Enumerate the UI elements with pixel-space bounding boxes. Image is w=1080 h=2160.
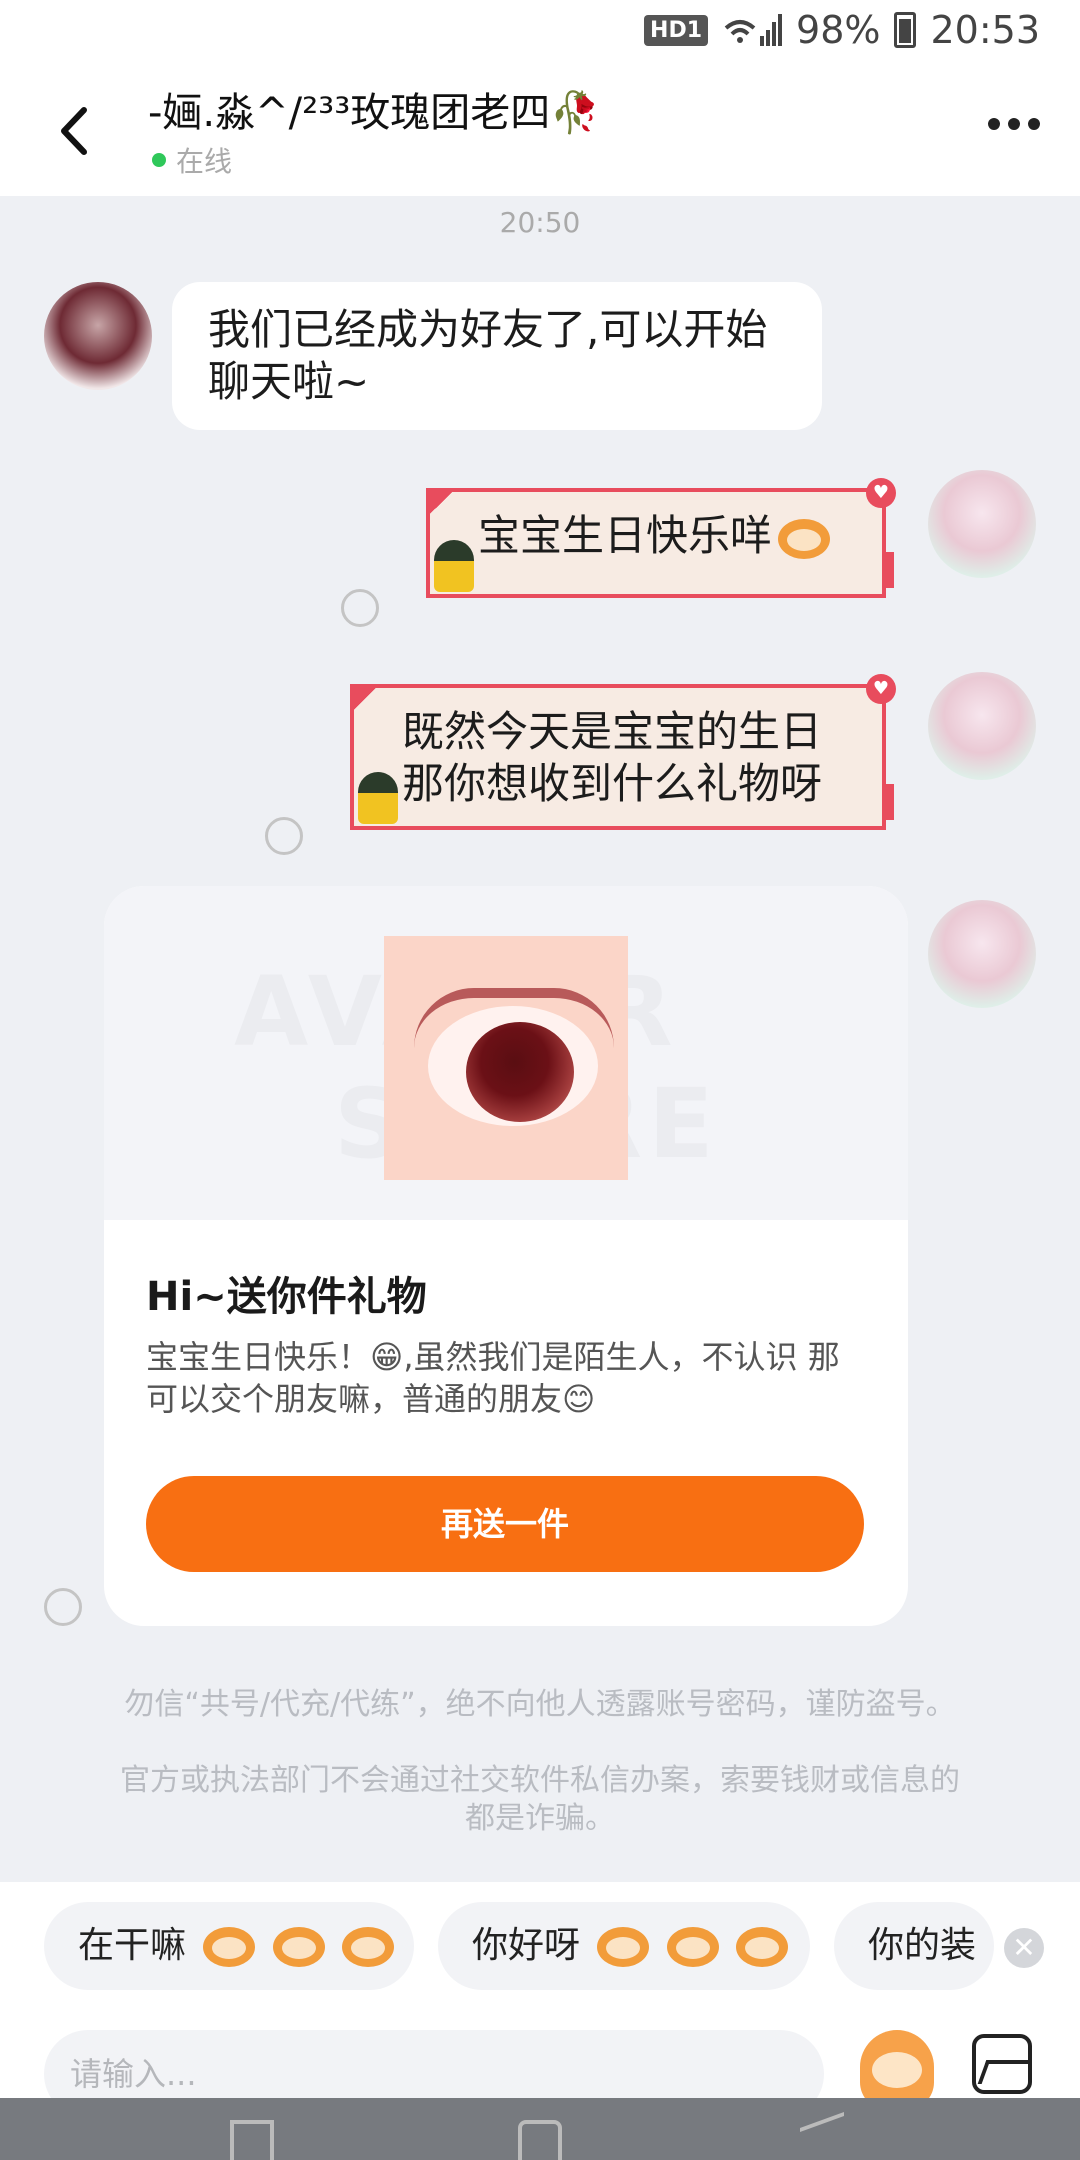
bubble-character-icon xyxy=(358,772,398,824)
my-message-bubble[interactable]: ♥ 宝宝生日快乐咩 xyxy=(426,478,896,598)
bubble-character-icon xyxy=(434,540,474,592)
more-dot-icon xyxy=(1028,118,1040,130)
my-message-bubble[interactable]: ♥ 既然今天是宝宝的生日 那你想收到什么礼物呀 xyxy=(350,674,896,830)
quick-reply-label: 你好呀 xyxy=(472,1925,581,1966)
message-status-indicator xyxy=(341,589,379,627)
message-status-indicator xyxy=(265,817,303,855)
more-dot-icon xyxy=(1008,118,1020,130)
clock: 20:53 xyxy=(930,8,1040,52)
gift-description-line: 宝宝生日快乐！😁,虽然我们是陌生人，不认识 那 xyxy=(146,1338,840,1376)
contact-name: -婳.淼^/²³³玫瑰团老四🥀 xyxy=(148,90,601,136)
message-text-line: 那你想收到什么礼物呀 xyxy=(402,759,823,808)
hd-badge: HD1 xyxy=(644,14,709,46)
back-button[interactable] xyxy=(48,106,98,156)
message-text: 宝宝生日快乐咩 xyxy=(478,511,773,560)
recent-apps-icon[interactable] xyxy=(230,2120,274,2160)
my-avatar[interactable] xyxy=(928,470,1036,578)
chat-header: -婳.淼^/²³³玫瑰团老四🥀 在线 xyxy=(0,66,1080,196)
message-text-line: 既然今天是宝宝的生日 xyxy=(402,707,823,756)
gift-description: 宝宝生日快乐！😁,虽然我们是陌生人，不认识 那 可以交个朋友嘛，普通的朋友😊 xyxy=(146,1336,866,1420)
more-dot-icon xyxy=(988,118,1000,130)
close-icon: ✕ xyxy=(1012,1931,1036,1964)
message-text-line: 聊天啦~ xyxy=(208,357,370,406)
heart-badge-icon: ♥ xyxy=(866,478,896,508)
iris-shape xyxy=(466,1022,574,1122)
send-another-gift-button[interactable]: 再送一件 xyxy=(146,1476,864,1572)
gift-title: Hi~送你件礼物 xyxy=(146,1274,427,1320)
monkey-emoji-icon xyxy=(666,1927,719,1967)
bubble-corner-decoration xyxy=(426,488,456,518)
image-picker-button[interactable] xyxy=(972,2034,1032,2094)
friend-avatar[interactable] xyxy=(44,282,152,390)
back-nav-icon[interactable] xyxy=(800,2111,844,2160)
fraud-notice-line: 官方或执法部门不会通过社交软件私信办案，索要钱财或信息的 xyxy=(120,1763,960,1798)
quick-reply-label: 在干嘛 xyxy=(78,1925,187,1966)
online-dot-icon xyxy=(152,153,166,167)
monkey-emoji-icon xyxy=(342,1927,395,1967)
home-icon[interactable] xyxy=(518,2120,562,2160)
monkey-emoji-icon xyxy=(597,1927,650,1967)
bubble-edge-decoration xyxy=(886,552,894,588)
gift-description-line: 可以交个朋友嘛，普通的朋友😊 xyxy=(146,1380,596,1418)
quick-reply-chip[interactable]: 在干嘛 xyxy=(44,1902,414,1990)
gift-card[interactable]: AVATAR STORE Hi~送你件礼物 宝宝生日快乐！😁,虽然我们是陌生人，… xyxy=(104,886,908,1626)
bubble-edge-decoration xyxy=(886,784,894,820)
quick-reply-chip[interactable]: 你好呀 xyxy=(438,1902,810,1990)
online-status: 在线 xyxy=(152,140,232,180)
message-status-indicator xyxy=(44,1588,82,1626)
friend-message-bubble[interactable]: 我们已经成为好友了,可以开始 聊天啦~ xyxy=(172,282,822,430)
battery-percent: 98% xyxy=(796,8,881,52)
status-icons: HD1 98% 20:53 xyxy=(644,8,1040,52)
wifi-signal-icon xyxy=(724,14,783,46)
bubble-corner-decoration xyxy=(350,684,380,714)
my-avatar[interactable] xyxy=(928,900,1036,1008)
close-quick-replies-button[interactable]: ✕ xyxy=(1004,1928,1044,1968)
more-options-button[interactable] xyxy=(988,118,1040,130)
monkey-emoji-icon xyxy=(203,1927,256,1967)
gift-item-image[interactable] xyxy=(384,936,628,1180)
fraud-notice-line: 都是诈骗。 xyxy=(465,1801,615,1836)
gift-preview-area: AVATAR STORE xyxy=(104,886,908,1220)
online-status-label: 在线 xyxy=(176,145,233,178)
message-timestamp: 20:50 xyxy=(499,206,581,239)
system-nav-bar xyxy=(0,2098,1080,2160)
battery-icon xyxy=(894,12,917,48)
fraud-notice: 官方或执法部门不会通过社交软件私信办案，索要钱财或信息的 都是诈骗。 xyxy=(80,1762,1000,1838)
quick-reply-label: 你的装 xyxy=(868,1925,977,1966)
status-bar: HD1 98% 20:53 xyxy=(0,0,1080,66)
message-text-line: 我们已经成为好友了,可以开始 xyxy=(208,305,768,354)
my-avatar[interactable] xyxy=(928,672,1036,780)
chevron-left-icon xyxy=(61,107,87,155)
heart-badge-icon: ♥ xyxy=(866,674,896,704)
monkey-emoji-icon xyxy=(778,518,831,559)
quick-reply-chip[interactable]: 你的装 xyxy=(834,1902,994,1990)
security-notice: 勿信“共号/代充/代练”，绝不向他人透露账号密码，谨防盗号。 xyxy=(124,1687,956,1722)
monkey-emoji-icon xyxy=(272,1927,325,1967)
monkey-emoji-icon xyxy=(736,1927,789,1967)
